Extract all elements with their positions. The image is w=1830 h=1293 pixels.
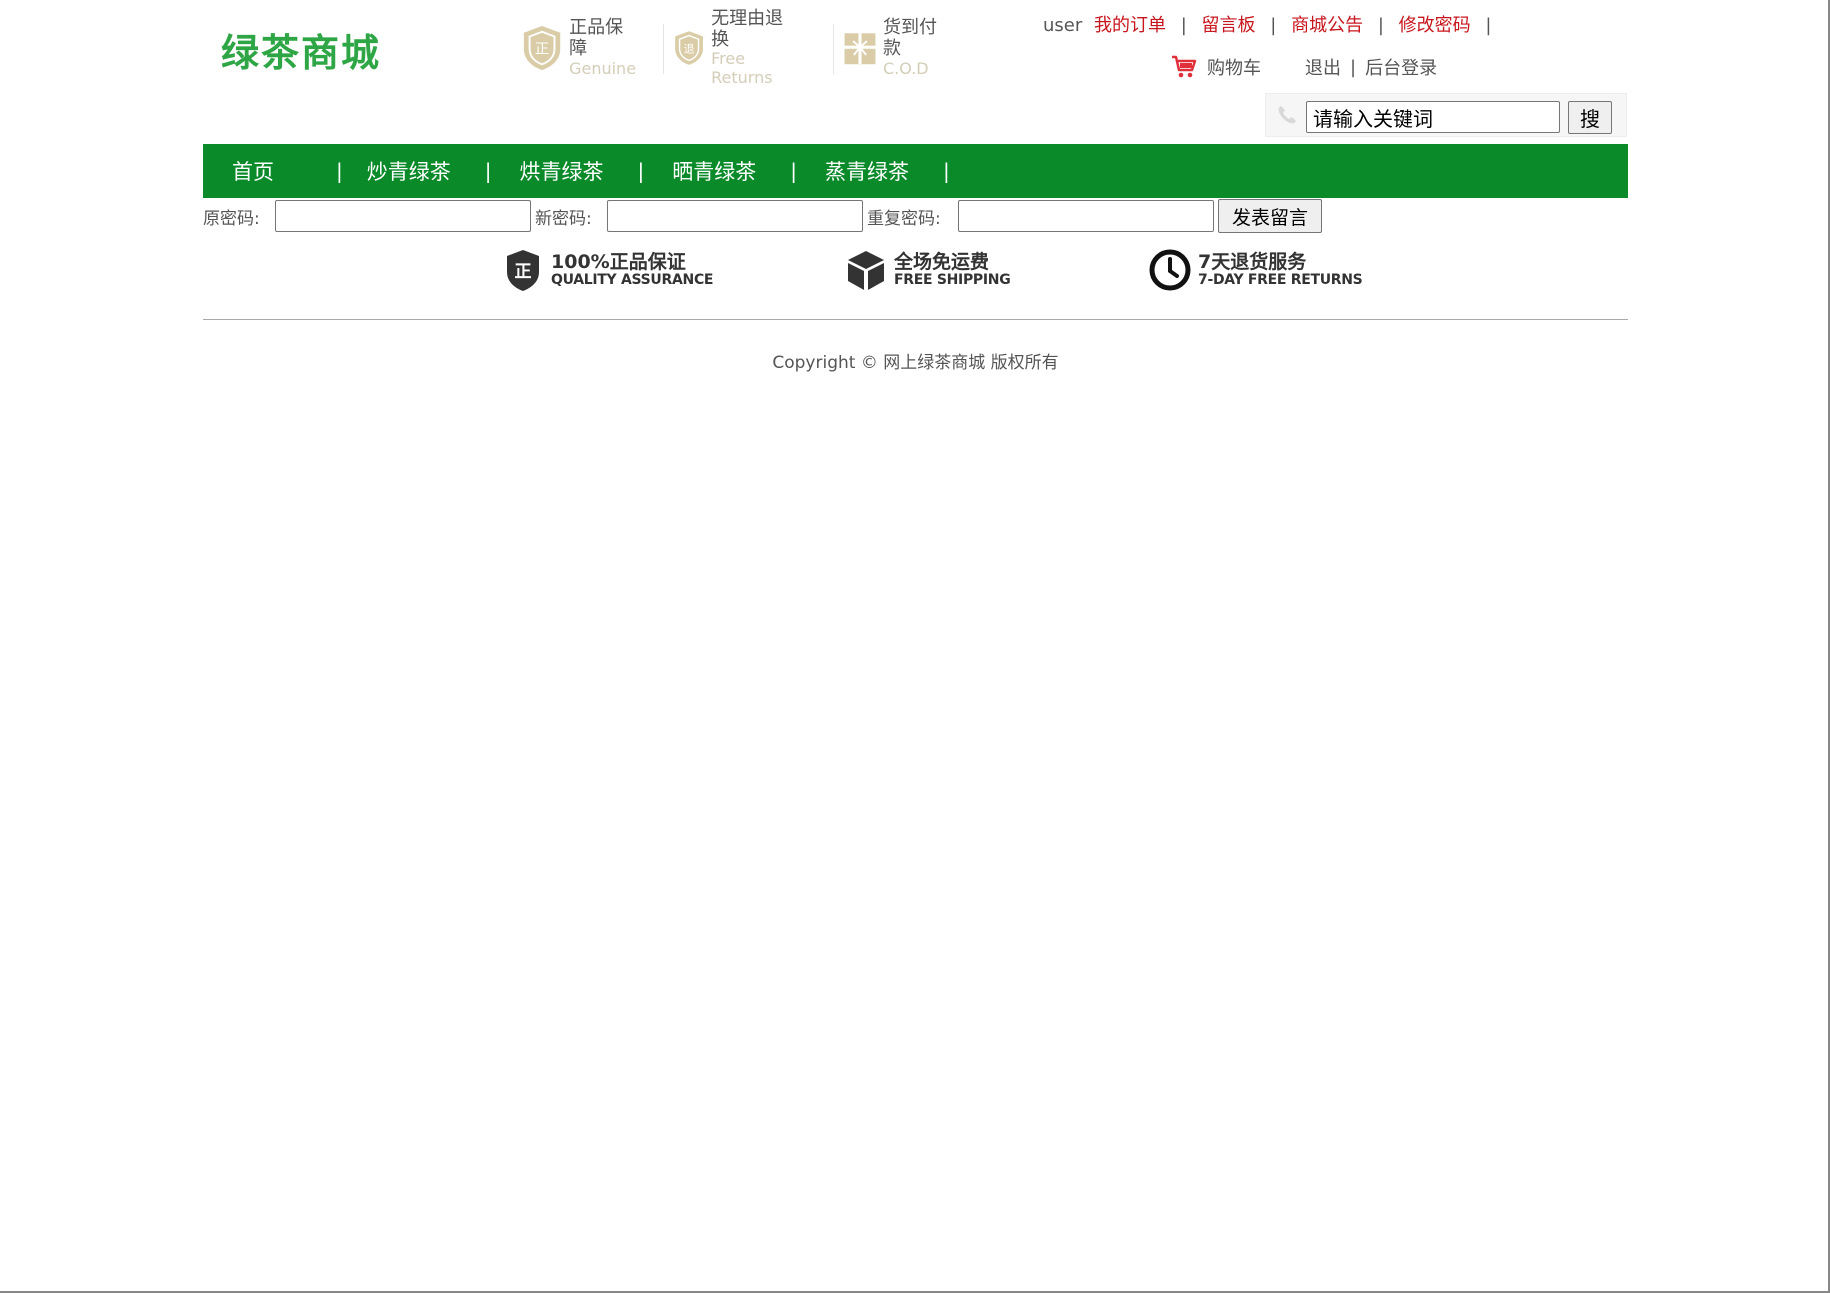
quality-shield-glyph: 正 (515, 262, 532, 282)
guarantee-genuine-cn: 正品保障 (569, 17, 624, 59)
link-separator: | (1180, 15, 1187, 36)
service-quality-cn: 100%正品保证 (551, 250, 686, 273)
guarantee-divider (833, 24, 834, 74)
submit-button[interactable]: 发表留言 (1218, 199, 1322, 233)
service-returns: 7天退货服务 7-DAY FREE RETURNS (1148, 248, 1363, 292)
user-links: user 我的订单 | 留言板 | 商城公告 | 修改密码 | (1043, 11, 1500, 37)
old-password-label: 原密码: (203, 209, 260, 229)
service-promises: 正 100%正品保证 QUALITY ASSURANCE 全场免运费 FREE … (203, 248, 1628, 298)
copyright-text: Copyright © 网上绿茶商城 版权所有 (772, 353, 1059, 373)
repeat-password-label: 重复密码: (867, 209, 941, 229)
nav-item-chaoqing[interactable]: 炒青绿茶 (367, 156, 451, 186)
nav-item-hongqing[interactable]: 烘青绿茶 (520, 156, 604, 186)
nav-separator: | (637, 159, 645, 183)
guarantee-returns-en: Free Returns (711, 49, 773, 87)
link-separator: | (1270, 15, 1277, 36)
main-nav: 首页 | 炒青绿茶 | 烘青绿茶 | 晒青绿茶 | 蒸青绿茶 | (203, 144, 1628, 198)
guarantee-cod-cn: 货到付款 (882, 17, 937, 59)
guarantee-genuine-en: Genuine (569, 58, 637, 78)
quality-shield-icon: 正 (507, 250, 539, 291)
nav-separator: | (943, 159, 950, 183)
link-separator: | (1377, 15, 1384, 36)
clock-icon (1149, 249, 1191, 291)
service-free-shipping: 全场免运费 FREE SHIPPING (844, 248, 1011, 292)
service-returns-en: 7-DAY FREE RETURNS (1198, 271, 1363, 288)
service-quality-en: QUALITY ASSURANCE (551, 271, 714, 288)
phone-icon (1278, 106, 1296, 124)
nav-separator: | (336, 159, 343, 183)
guarantee-cod: 货到付款 C.O.D (843, 17, 939, 77)
my-orders-link[interactable]: 我的订单 (1094, 15, 1166, 36)
search-box: 搜 (1265, 93, 1627, 137)
shopping-cart-icon[interactable] (1171, 55, 1197, 79)
nav-separator: | (484, 159, 492, 183)
repeat-password-field[interactable] (958, 200, 1214, 232)
link-separator: | (1485, 15, 1492, 36)
footer-divider (203, 319, 1628, 320)
guarantee-cod-en: C.O.D (882, 58, 929, 78)
announcements-link[interactable]: 商城公告 (1291, 15, 1363, 36)
genuine-badge-glyph: 正 (535, 42, 549, 58)
message-board-link[interactable]: 留言板 (1202, 15, 1256, 36)
site-logo[interactable]: 绿茶商城 (221, 22, 381, 77)
nav-item-home[interactable]: 首页 (232, 156, 274, 186)
free-returns-badge-icon: 退 (675, 31, 703, 65)
service-quality: 正 100%正品保证 QUALITY ASSURANCE (501, 248, 713, 292)
logout-link[interactable]: 退出 (1305, 54, 1341, 80)
service-shipping-en: FREE SHIPPING (894, 271, 1011, 288)
nav-item-zhengqing[interactable]: 蒸青绿茶 (825, 156, 909, 186)
cart-link[interactable]: 购物车 (1207, 54, 1261, 80)
change-password-form: 原密码: 新密码: 重复密码: 发表留言 (203, 198, 1628, 234)
free-returns-badge-glyph: 退 (684, 42, 695, 55)
service-returns-cn: 7天退货服务 (1198, 250, 1307, 273)
link-separator: | (1350, 56, 1357, 78)
nav-item-shaiqing[interactable]: 晒青绿茶 (672, 156, 756, 186)
old-password-field[interactable] (275, 200, 531, 232)
search-button[interactable]: 搜 (1568, 101, 1612, 134)
new-password-label: 新密码: (535, 209, 592, 229)
cart-row: 购物车 退出 | 后台登录 (1171, 54, 1437, 80)
service-shipping-cn: 全场免运费 (894, 250, 990, 273)
guarantee-divider (663, 24, 664, 74)
genuine-badge-icon: 正 (523, 26, 561, 70)
guarantee-genuine: 正 正品保障 Genuine (521, 17, 638, 77)
cod-gift-icon (844, 33, 876, 65)
new-password-field[interactable] (607, 200, 863, 232)
guarantee-free-returns: 退 无理由退换 Free Returns (673, 8, 784, 86)
guarantee-returns-cn: 无理由退换 (711, 7, 784, 50)
search-input[interactable] (1306, 101, 1560, 133)
username-label: user (1043, 15, 1083, 36)
change-password-link[interactable]: 修改密码 (1399, 15, 1471, 36)
box-icon (848, 251, 884, 290)
admin-login-link[interactable]: 后台登录 (1365, 54, 1437, 80)
nav-separator: | (790, 159, 797, 183)
